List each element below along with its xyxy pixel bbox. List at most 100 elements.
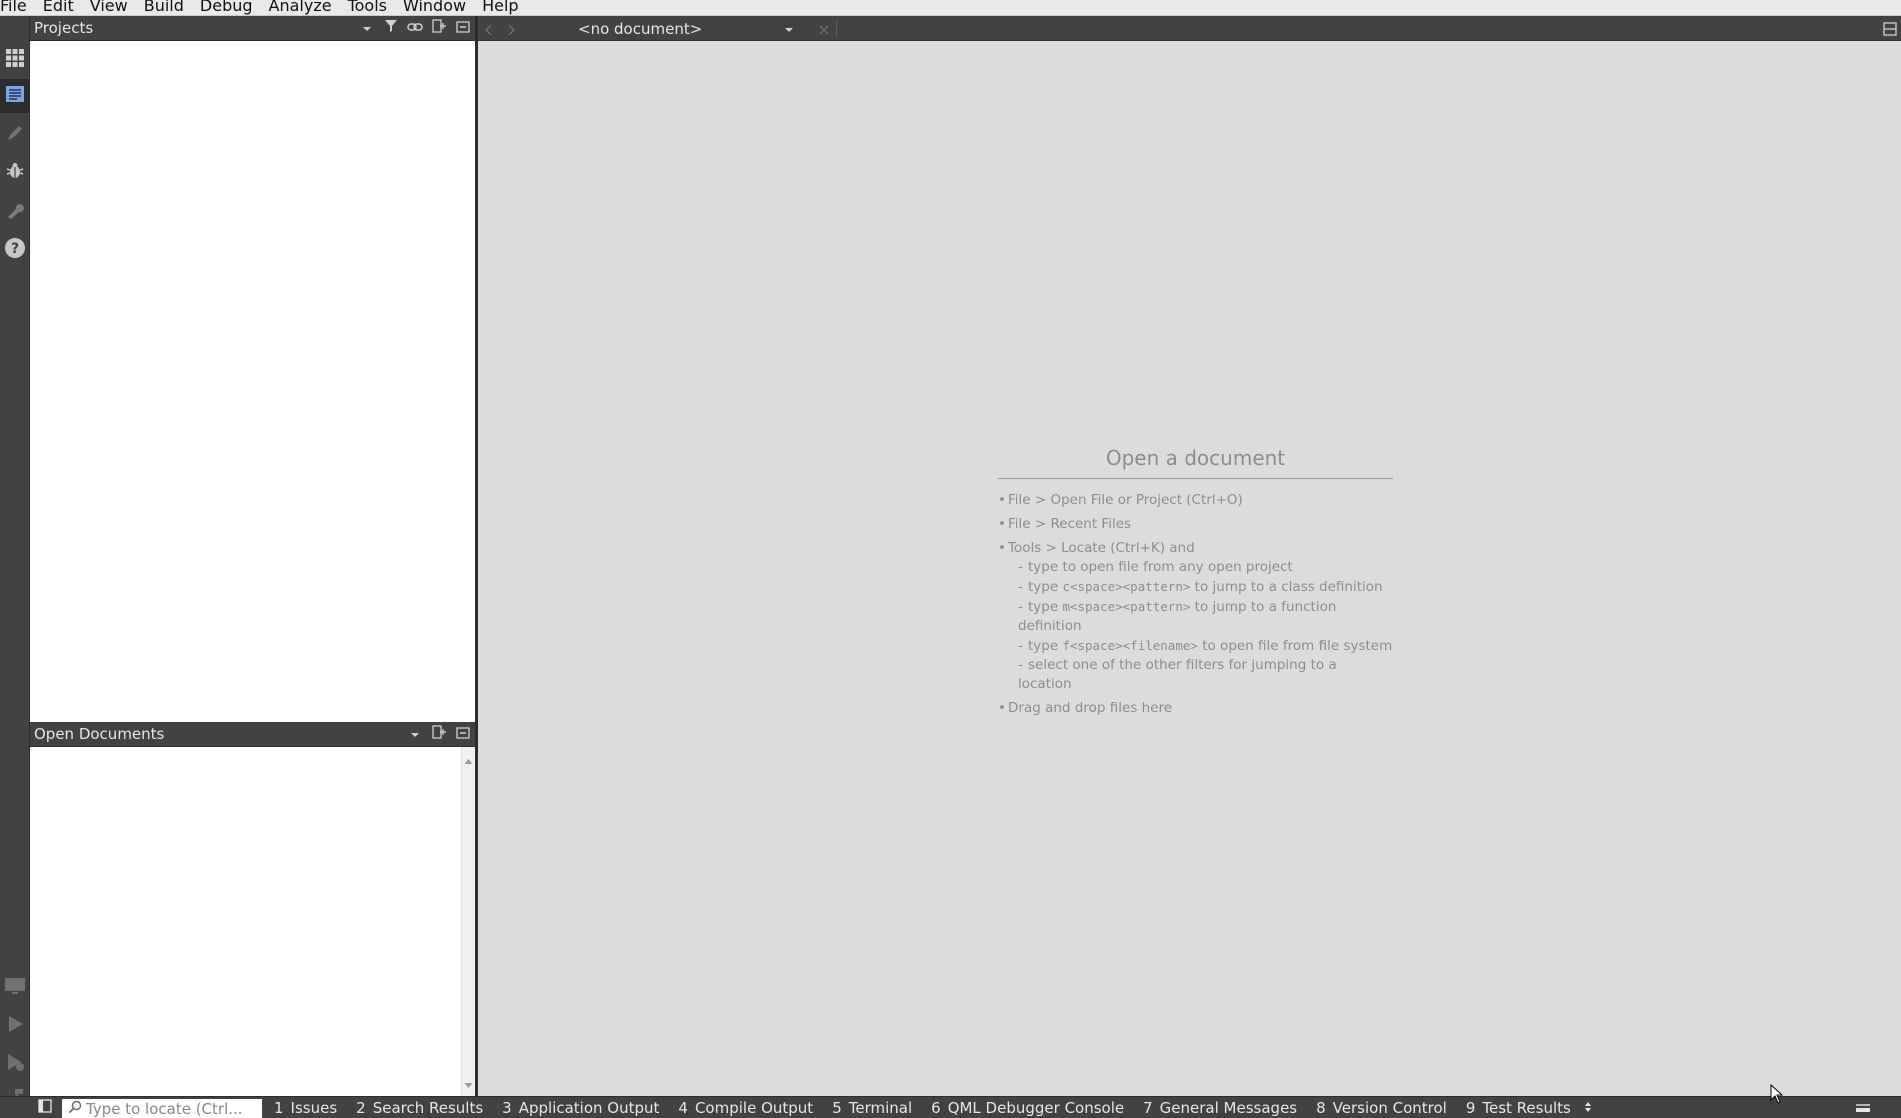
projects-wrench-icon (5, 200, 25, 224)
debug-run-button[interactable] (0, 1047, 30, 1081)
menu-bar: File Edit View Build Debug Analyze Tools… (0, 0, 1901, 16)
output-tab-label: Application Output (518, 1098, 660, 1117)
output-tab-test-results[interactable]: 9 Test Results (1454, 1097, 1578, 1118)
link-icon (407, 19, 423, 37)
menu-file[interactable]: File (0, 0, 35, 15)
placeholder-item: • Drag and drop files here (998, 700, 1173, 716)
kit-selector[interactable] (0, 971, 30, 1005)
placeholder-item-text: File > Recent Files (1008, 516, 1132, 532)
output-tab-label: General Messages (1159, 1098, 1298, 1117)
mode-edit[interactable] (0, 79, 30, 113)
nav-forward-button[interactable] (506, 22, 516, 40)
locate-hint-code: m<space><pattern> (1062, 599, 1191, 614)
arrow-left-icon (484, 22, 494, 40)
locate-hint-text: type to open file from any open project (1028, 559, 1293, 575)
mode-projects[interactable] (0, 195, 30, 229)
open-documents-list[interactable] (30, 747, 475, 1096)
output-tab-general-messages[interactable]: 7 General Messages (1131, 1097, 1304, 1118)
up-down-arrows-icon (1583, 1099, 1593, 1117)
menu-debug[interactable]: Debug (192, 0, 261, 15)
vertical-scrollbar[interactable] (461, 747, 475, 1096)
locator-placeholder: Type to locate (Ctrl... (86, 1099, 243, 1118)
locate-hint-text: select one of the other filters for jump… (1018, 657, 1337, 692)
locate-hint: - type to open file from any open project (1018, 559, 1293, 575)
locator-input[interactable]: Type to locate (Ctrl... (62, 1098, 262, 1118)
filter-icon (384, 19, 398, 37)
output-tab-label: Test Results (1482, 1098, 1571, 1117)
locate-hint-text: to jump to a class definition (1190, 579, 1383, 595)
arrow-right-icon (506, 22, 516, 40)
output-tab-application-output[interactable]: 3 Application Output (490, 1097, 666, 1118)
locate-hint-text: to open file from file system (1197, 638, 1393, 654)
menu-tools[interactable]: Tools (340, 0, 395, 15)
menu-view[interactable]: View (82, 0, 136, 15)
output-tab-number: 9 (1465, 1098, 1476, 1117)
open-documents-pane-title: Open Documents (34, 725, 165, 743)
menu-analyze[interactable]: Analyze (261, 0, 340, 15)
nav-back-button[interactable] (484, 22, 494, 40)
open-documents-view-dropdown[interactable] (403, 722, 427, 747)
document-selector[interactable]: <no document> (568, 16, 800, 41)
output-tab-terminal[interactable]: 5 Terminal (820, 1097, 919, 1118)
close-document-button[interactable] (818, 22, 830, 40)
output-tab-issues[interactable]: 1 Issues (262, 1097, 344, 1118)
close-pane-button[interactable] (451, 16, 475, 41)
close-pane-icon (456, 725, 470, 743)
search-icon (62, 1100, 86, 1118)
close-pane-button[interactable] (451, 722, 475, 747)
toolbar-divider (836, 20, 837, 37)
output-tab-number: 3 (502, 1098, 512, 1117)
projects-tree[interactable] (30, 41, 475, 722)
output-tab-version-control[interactable]: 8 Version Control (1304, 1097, 1454, 1118)
more-output-panes-button[interactable] (1578, 1099, 1598, 1117)
output-tab-number: 6 (931, 1098, 941, 1117)
mouse-cursor-icon (1770, 1083, 1784, 1108)
close-pane-icon (456, 19, 470, 37)
status-bar: Type to locate (Ctrl... 1 Issues 2 Search … (0, 1096, 1901, 1118)
chevron-down-icon (410, 725, 420, 743)
open-documents-pane-header: Open Documents (30, 722, 475, 747)
editor-placeholder: Open a document • File > Open File or Pro… (998, 446, 1393, 723)
projects-view-dropdown[interactable] (355, 16, 379, 41)
scroll-up-icon[interactable] (464, 751, 473, 769)
locate-hint: - type m<space><pattern> to jump to a fun… (1018, 599, 1337, 634)
menu-help[interactable]: Help (474, 0, 526, 15)
output-tab-label: Version Control (1332, 1098, 1447, 1117)
progress-details-button[interactable] (1855, 1099, 1871, 1117)
output-tab-label: Compile Output (694, 1098, 814, 1117)
filter-button[interactable] (379, 16, 403, 41)
mode-welcome[interactable] (0, 43, 30, 77)
output-tab-label: Issues (290, 1098, 338, 1117)
run-icon (5, 1014, 25, 1038)
split-editor-button[interactable] (1883, 22, 1897, 40)
sync-with-editor-button[interactable] (403, 16, 427, 41)
output-tab-label: Search Results (372, 1098, 484, 1117)
output-tab-search-results[interactable]: 2 Search Results (344, 1097, 490, 1118)
locate-hint: - type c<space><pattern> to jump to a cla… (1018, 579, 1383, 595)
menu-edit[interactable]: Edit (35, 0, 82, 15)
placeholder-list: • File > Open File or Project (Ctrl+O) • F… (998, 491, 1393, 718)
split-pane-button[interactable] (427, 16, 451, 41)
menu-build[interactable]: Build (136, 0, 192, 15)
progress-details-icon (1855, 1099, 1871, 1117)
toggle-sidebar-button[interactable] (30, 1097, 60, 1118)
run-button[interactable] (0, 1009, 30, 1043)
locate-hint: - select one of the other filters for jum… (1018, 657, 1337, 692)
menu-window[interactable]: Window (395, 0, 474, 15)
welcome-grid-icon (5, 48, 25, 72)
output-tab-number: 2 (356, 1098, 366, 1117)
split-icon (1883, 22, 1897, 40)
mode-bar: ? (0, 16, 30, 1118)
chevron-down-icon (784, 20, 794, 38)
output-tab-compile-output[interactable]: 4 Compile Output (666, 1097, 820, 1118)
mode-debug[interactable] (0, 156, 30, 190)
mode-help[interactable]: ? (0, 233, 30, 267)
output-tab-qml-debugger-console[interactable]: 6 QML Debugger Console (919, 1097, 1131, 1118)
scroll-down-icon[interactable] (464, 1075, 473, 1093)
edit-document-icon (5, 85, 25, 107)
split-icon (432, 725, 446, 743)
locate-hint-text: type (1028, 599, 1063, 615)
split-pane-button[interactable] (427, 722, 451, 747)
mode-design[interactable] (0, 118, 30, 152)
sidebar-toggle-icon (38, 1098, 52, 1117)
